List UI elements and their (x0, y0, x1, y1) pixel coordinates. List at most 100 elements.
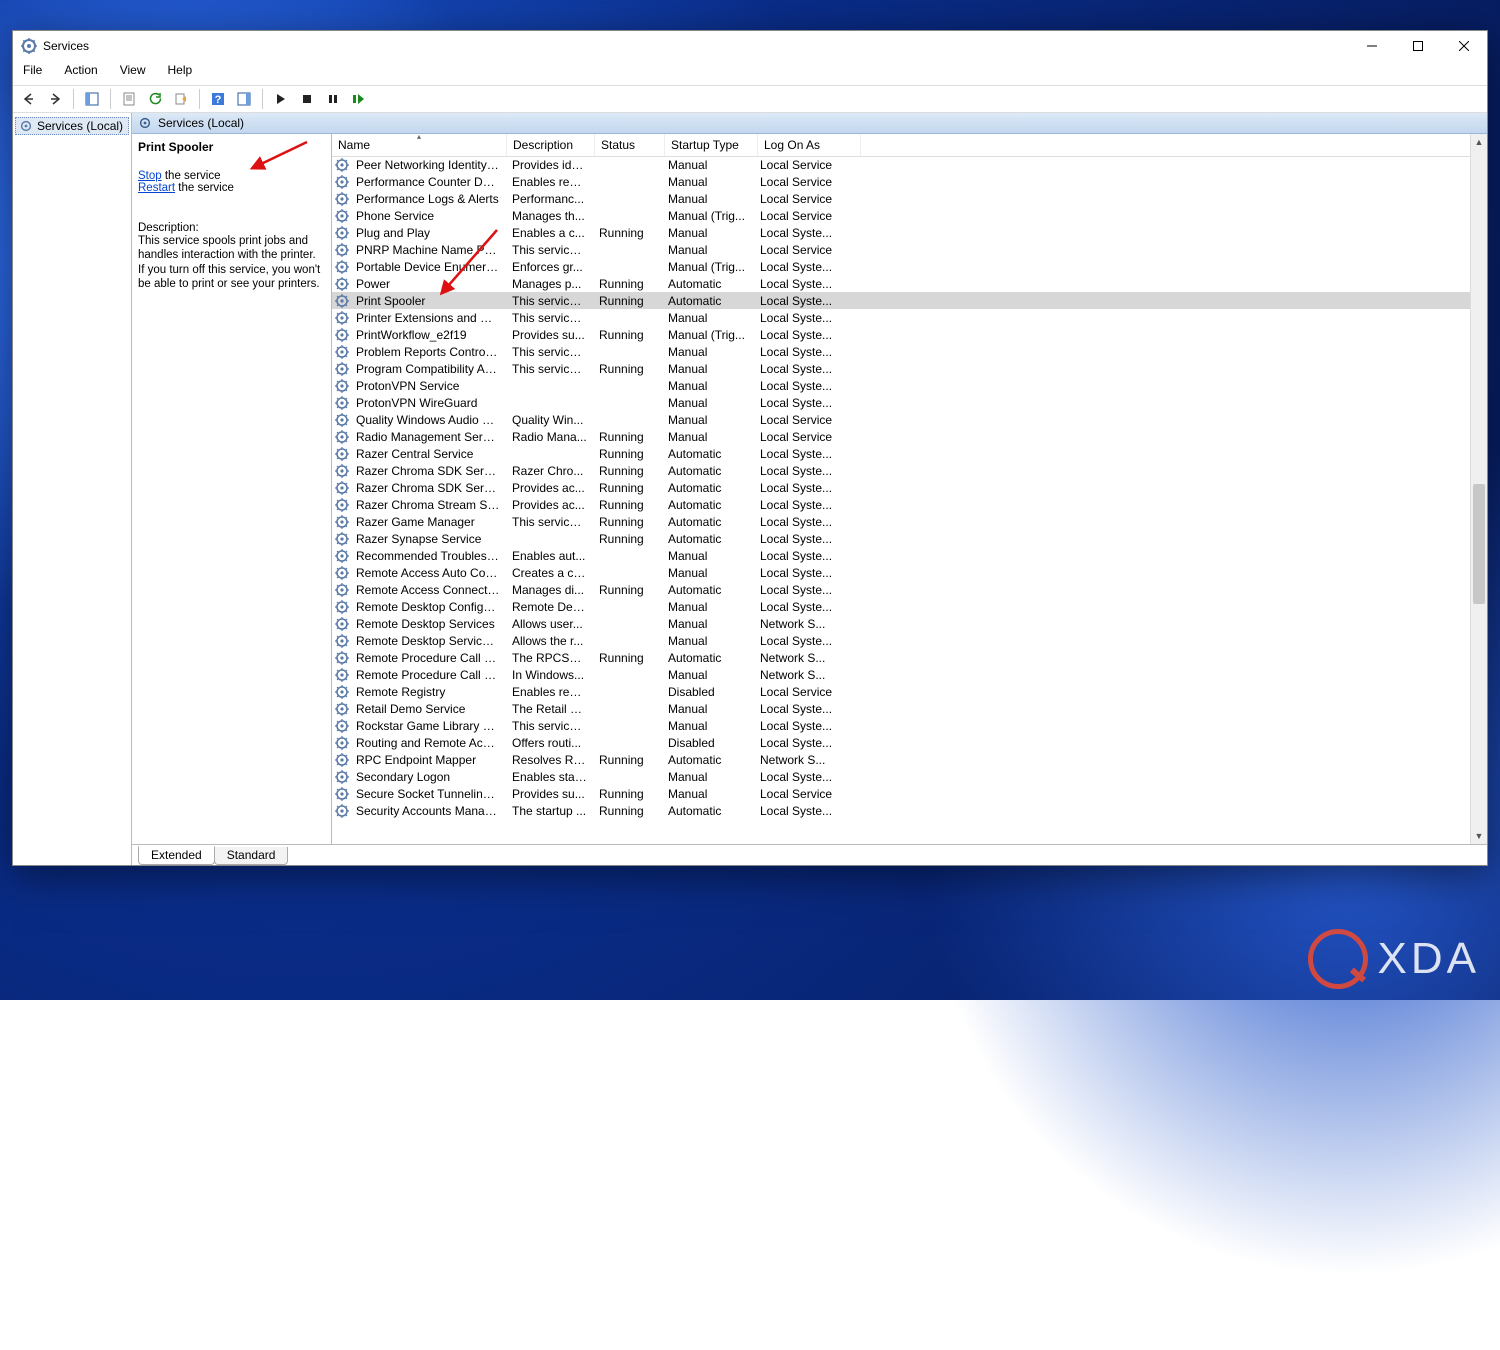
col-name[interactable]: ▴Name (332, 134, 507, 156)
service-row[interactable]: Remote Procedure Call (RPC)The RPCSS s..… (332, 649, 1471, 666)
service-gear-icon (334, 497, 350, 513)
service-row[interactable]: Program Compatibility Assi...This servic… (332, 360, 1471, 377)
restart-service-link[interactable]: Restart (138, 182, 175, 194)
close-button[interactable] (1441, 31, 1487, 61)
cell-logon: Local Syste... (754, 532, 856, 546)
cell-description: Enables a c... (506, 226, 593, 240)
back-button[interactable] (17, 87, 41, 111)
service-row[interactable]: Print SpoolerThis service ...RunningAuto… (332, 292, 1471, 309)
service-row[interactable]: Problem Reports Control Pa...This servic… (332, 343, 1471, 360)
cell-logon: Local Syste... (754, 736, 856, 750)
service-row[interactable]: Razer Central ServiceRunningAutomaticLoc… (332, 445, 1471, 462)
service-row[interactable]: Remote RegistryEnables rem...DisabledLoc… (332, 683, 1471, 700)
pause-service-button[interactable] (321, 87, 345, 111)
service-row[interactable]: Secondary LogonEnables star...ManualLoca… (332, 768, 1471, 785)
tab-standard[interactable]: Standard (214, 847, 289, 865)
cell-name: Remote Access Auto Conne... (350, 566, 506, 580)
service-row[interactable]: Razer Chroma Stream ServerProvides ac...… (332, 496, 1471, 513)
vertical-scrollbar[interactable]: ▲ ▼ (1470, 134, 1487, 844)
forward-button[interactable] (43, 87, 67, 111)
cell-status: Running (593, 328, 662, 342)
service-row[interactable]: PrintWorkflow_e2f19Provides su...Running… (332, 326, 1471, 343)
export-button[interactable] (169, 87, 193, 111)
service-row[interactable]: Performance Counter DLL ...Enables rem..… (332, 173, 1471, 190)
service-gear-icon (334, 565, 350, 581)
stop-service-link[interactable]: Stop (138, 170, 162, 182)
service-row[interactable]: Quality Windows Audio Vid...Quality Win.… (332, 411, 1471, 428)
cell-description: Provides ide... (506, 158, 593, 172)
service-row[interactable]: Plug and PlayEnables a c...RunningManual… (332, 224, 1471, 241)
service-row[interactable]: Razer Game ManagerThis service ...Runnin… (332, 513, 1471, 530)
scroll-thumb[interactable] (1473, 484, 1485, 604)
restart-service-button[interactable] (347, 87, 371, 111)
scroll-up-button[interactable]: ▲ (1471, 134, 1487, 150)
service-row[interactable]: Peer Networking Identity M...Provides id… (332, 156, 1471, 173)
title-bar[interactable]: Services (13, 31, 1487, 61)
service-row[interactable]: Remote Desktop Services U...Allows the r… (332, 632, 1471, 649)
service-row[interactable]: Rockstar Game Library Servi...This servi… (332, 717, 1471, 734)
service-row[interactable]: Razer Chroma SDK ServerRazer Chro...Runn… (332, 462, 1471, 479)
cell-startup: Manual (662, 787, 754, 801)
show-hide-action-pane-button[interactable] (232, 87, 256, 111)
col-status[interactable]: Status (595, 134, 665, 156)
refresh-button[interactable] (143, 87, 167, 111)
service-row[interactable]: Phone ServiceManages th...Manual (Trig..… (332, 207, 1471, 224)
service-row[interactable]: Remote Access Auto Conne...Creates a co.… (332, 564, 1471, 581)
scroll-down-button[interactable]: ▼ (1471, 828, 1487, 844)
service-row[interactable]: Remote Desktop ServicesAllows user...Man… (332, 615, 1471, 632)
service-gear-icon (334, 259, 350, 275)
service-row[interactable]: Radio Management ServiceRadio Mana...Run… (332, 428, 1471, 445)
service-row[interactable]: PNRP Machine Name Publi...This service .… (332, 241, 1471, 258)
cell-logon: Local Service (754, 413, 856, 427)
tree-services-local[interactable]: Services (Local) (15, 117, 129, 135)
tab-extended[interactable]: Extended (138, 846, 215, 865)
cell-name: Printer Extensions and Notif... (350, 311, 506, 325)
cell-logon: Local Service (754, 787, 856, 801)
col-description[interactable]: Description (507, 134, 595, 156)
service-row[interactable]: Recommended Troublesho...Enables aut...M… (332, 547, 1471, 564)
stop-service-button[interactable] (295, 87, 319, 111)
cell-description: Manages di... (506, 583, 593, 597)
service-gear-icon (334, 242, 350, 258)
service-row[interactable]: Retail Demo ServiceThe Retail D...Manual… (332, 700, 1471, 717)
cell-startup: Manual (662, 175, 754, 189)
service-row[interactable]: Secure Socket Tunneling Pr...Provides su… (332, 785, 1471, 802)
detail-pane: Print Spooler Stop the service Restart t… (132, 134, 332, 844)
service-gear-icon (334, 429, 350, 445)
tree-root-label: Services (Local) (37, 119, 123, 133)
col-startup[interactable]: Startup Type (665, 134, 758, 156)
service-row[interactable]: Portable Device Enumerator...Enforces gr… (332, 258, 1471, 275)
cell-description: Enables rem... (506, 175, 593, 189)
menu-file[interactable]: File (19, 61, 46, 81)
help-button[interactable]: ? (206, 87, 230, 111)
minimize-button[interactable] (1349, 31, 1395, 61)
service-row[interactable]: Performance Logs & AlertsPerformanc...Ma… (332, 190, 1471, 207)
service-row[interactable]: Printer Extensions and Notif...This serv… (332, 309, 1471, 326)
cell-startup: Manual (662, 549, 754, 563)
restart-service-line: Restart the service (138, 182, 323, 194)
service-row[interactable]: Security Accounts ManagerThe startup ...… (332, 802, 1471, 819)
service-row[interactable]: Remote Access Connection...Manages di...… (332, 581, 1471, 598)
cell-logon: Network S... (754, 753, 856, 767)
cell-logon: Local Service (754, 192, 856, 206)
menu-action[interactable]: Action (60, 61, 101, 81)
cell-status: Running (593, 804, 662, 818)
service-row[interactable]: ProtonVPN ServiceManualLocal Syste... (332, 377, 1471, 394)
service-row[interactable]: RPC Endpoint MapperResolves RP...Running… (332, 751, 1471, 768)
maximize-button[interactable] (1395, 31, 1441, 61)
service-row[interactable]: PowerManages p...RunningAutomaticLocal S… (332, 275, 1471, 292)
service-row[interactable]: Razer Synapse ServiceRunningAutomaticLoc… (332, 530, 1471, 547)
service-row[interactable]: Remote Desktop Configurat...Remote Des..… (332, 598, 1471, 615)
menu-help[interactable]: Help (164, 61, 197, 81)
service-row[interactable]: ProtonVPN WireGuardManualLocal Syste... (332, 394, 1471, 411)
service-row[interactable]: Routing and Remote AccessOffers routi...… (332, 734, 1471, 751)
properties-button[interactable] (117, 87, 141, 111)
col-logon[interactable]: Log On As (758, 134, 861, 156)
start-service-button[interactable] (269, 87, 293, 111)
service-row[interactable]: Remote Procedure Call (RP...In Windows..… (332, 666, 1471, 683)
service-row[interactable]: Razer Chroma SDK ServiceProvides ac...Ru… (332, 479, 1471, 496)
menu-view[interactable]: View (116, 61, 150, 81)
cell-logon: Local Syste... (754, 549, 856, 563)
cell-name: Plug and Play (350, 226, 506, 240)
show-hide-tree-button[interactable] (80, 87, 104, 111)
